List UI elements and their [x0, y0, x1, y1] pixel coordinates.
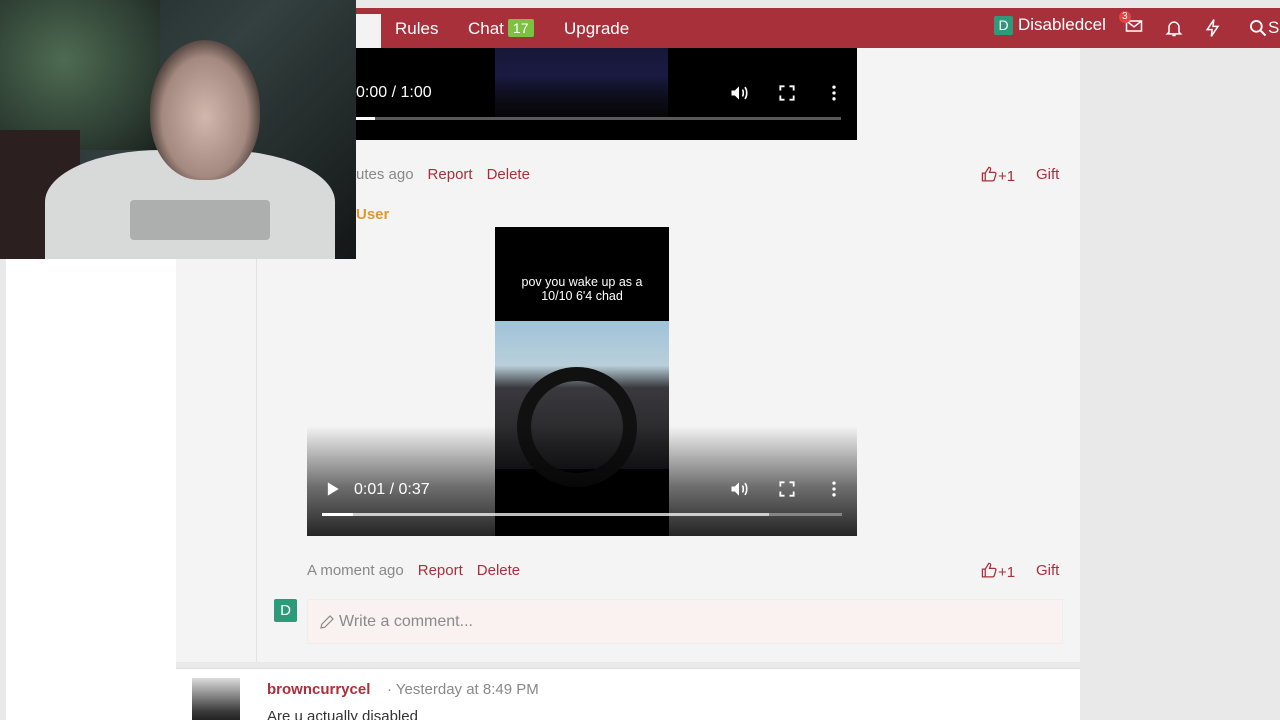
- nav-chat-label: Chat: [468, 19, 504, 38]
- top-navigation: s Rules Chat17 Upgrade D Disabledcel 3 S: [356, 8, 1280, 48]
- video-player-2[interactable]: pov you wake up as a 10/10 6'4 chad 0:01…: [307, 227, 857, 536]
- video-time: 0:01 / 0:37: [354, 481, 430, 498]
- comment-timestamp: utes ago: [356, 166, 414, 183]
- gift-link[interactable]: Gift: [1036, 166, 1059, 183]
- webcam-overlay: [0, 0, 356, 259]
- nav-rules[interactable]: Rules: [395, 8, 438, 48]
- like-button[interactable]: +1: [981, 562, 1015, 581]
- post-text: Are u actually disabled: [267, 708, 418, 720]
- bell-icon[interactable]: [1164, 18, 1184, 38]
- nav-tab-active[interactable]: s: [356, 14, 381, 48]
- page-margin: [6, 259, 176, 720]
- comment-actions-2: A moment ago Report Delete: [307, 562, 520, 579]
- volume-icon[interactable]: [729, 83, 749, 103]
- report-link[interactable]: Report: [418, 562, 463, 579]
- nav-chat[interactable]: Chat 17: [468, 8, 534, 48]
- pencil-icon: [320, 615, 334, 629]
- search-label: S: [1268, 18, 1280, 37]
- like-count: +1: [998, 564, 1016, 581]
- search-button[interactable]: S: [1248, 18, 1280, 38]
- username: Disabledcel: [1018, 15, 1106, 34]
- video-progress-fill: [322, 513, 354, 516]
- inbox-count-badge: 3: [1119, 11, 1131, 23]
- video-player-1[interactable]: 0:00 / 1:00: [356, 48, 857, 140]
- video-caption-band: [495, 227, 669, 321]
- comment-actions-1: utes ago Report Delete: [356, 166, 530, 183]
- volume-icon[interactable]: [729, 479, 749, 499]
- video-progress-bar[interactable]: [322, 513, 842, 516]
- delete-link[interactable]: Delete: [477, 562, 520, 579]
- play-icon[interactable]: [322, 479, 342, 499]
- comment-author[interactable]: User: [356, 206, 389, 223]
- fullscreen-icon[interactable]: [777, 83, 797, 103]
- gift-link[interactable]: Gift: [1036, 562, 1059, 579]
- user-menu[interactable]: D Disabledcel: [994, 4, 1106, 44]
- thumbs-up-icon: [981, 166, 997, 182]
- user-avatar: D: [994, 16, 1013, 35]
- video-caption-line-2: 10/10 6'4 chad: [541, 289, 623, 303]
- video-buffered: [322, 513, 770, 516]
- video-progress-fill: [356, 117, 376, 120]
- like-count: +1: [998, 168, 1016, 185]
- webcam-background: [0, 0, 160, 150]
- report-link[interactable]: Report: [428, 166, 473, 183]
- search-icon: [1250, 20, 1267, 37]
- more-options-icon[interactable]: [824, 83, 844, 103]
- fullscreen-icon[interactable]: [777, 479, 797, 499]
- nav-upgrade[interactable]: Upgrade: [564, 8, 629, 48]
- webcam-shirt-print: [130, 200, 270, 240]
- chat-count-badge: 17: [507, 19, 534, 37]
- video-caption: pov you wake up as a 10/10 6'4 chad: [495, 275, 669, 303]
- user-avatar: D: [274, 599, 297, 622]
- post-timestamp: · Yesterday at 8:49 PM: [387, 681, 539, 698]
- lightning-icon[interactable]: [1203, 18, 1223, 38]
- video-progress-bar[interactable]: [356, 117, 841, 120]
- comment-placeholder: Write a comment...: [339, 613, 473, 630]
- video-time: 0:00 / 1:00: [356, 84, 432, 101]
- video-caption-line-1: pov you wake up as a: [521, 275, 643, 289]
- like-button[interactable]: +1: [981, 166, 1015, 185]
- webcam-person-head: [150, 40, 260, 180]
- comment-input[interactable]: Write a comment...: [307, 599, 1063, 644]
- thumbs-up-icon: [981, 562, 997, 578]
- comment-timestamp: A moment ago: [307, 562, 404, 579]
- poster-username[interactable]: browncurrycel: [267, 681, 370, 698]
- inbox-button[interactable]: 3: [1119, 11, 1144, 36]
- composer-avatar: D: [274, 599, 302, 622]
- more-options-icon[interactable]: [824, 479, 844, 499]
- poster-avatar[interactable]: [192, 678, 240, 720]
- delete-link[interactable]: Delete: [487, 166, 530, 183]
